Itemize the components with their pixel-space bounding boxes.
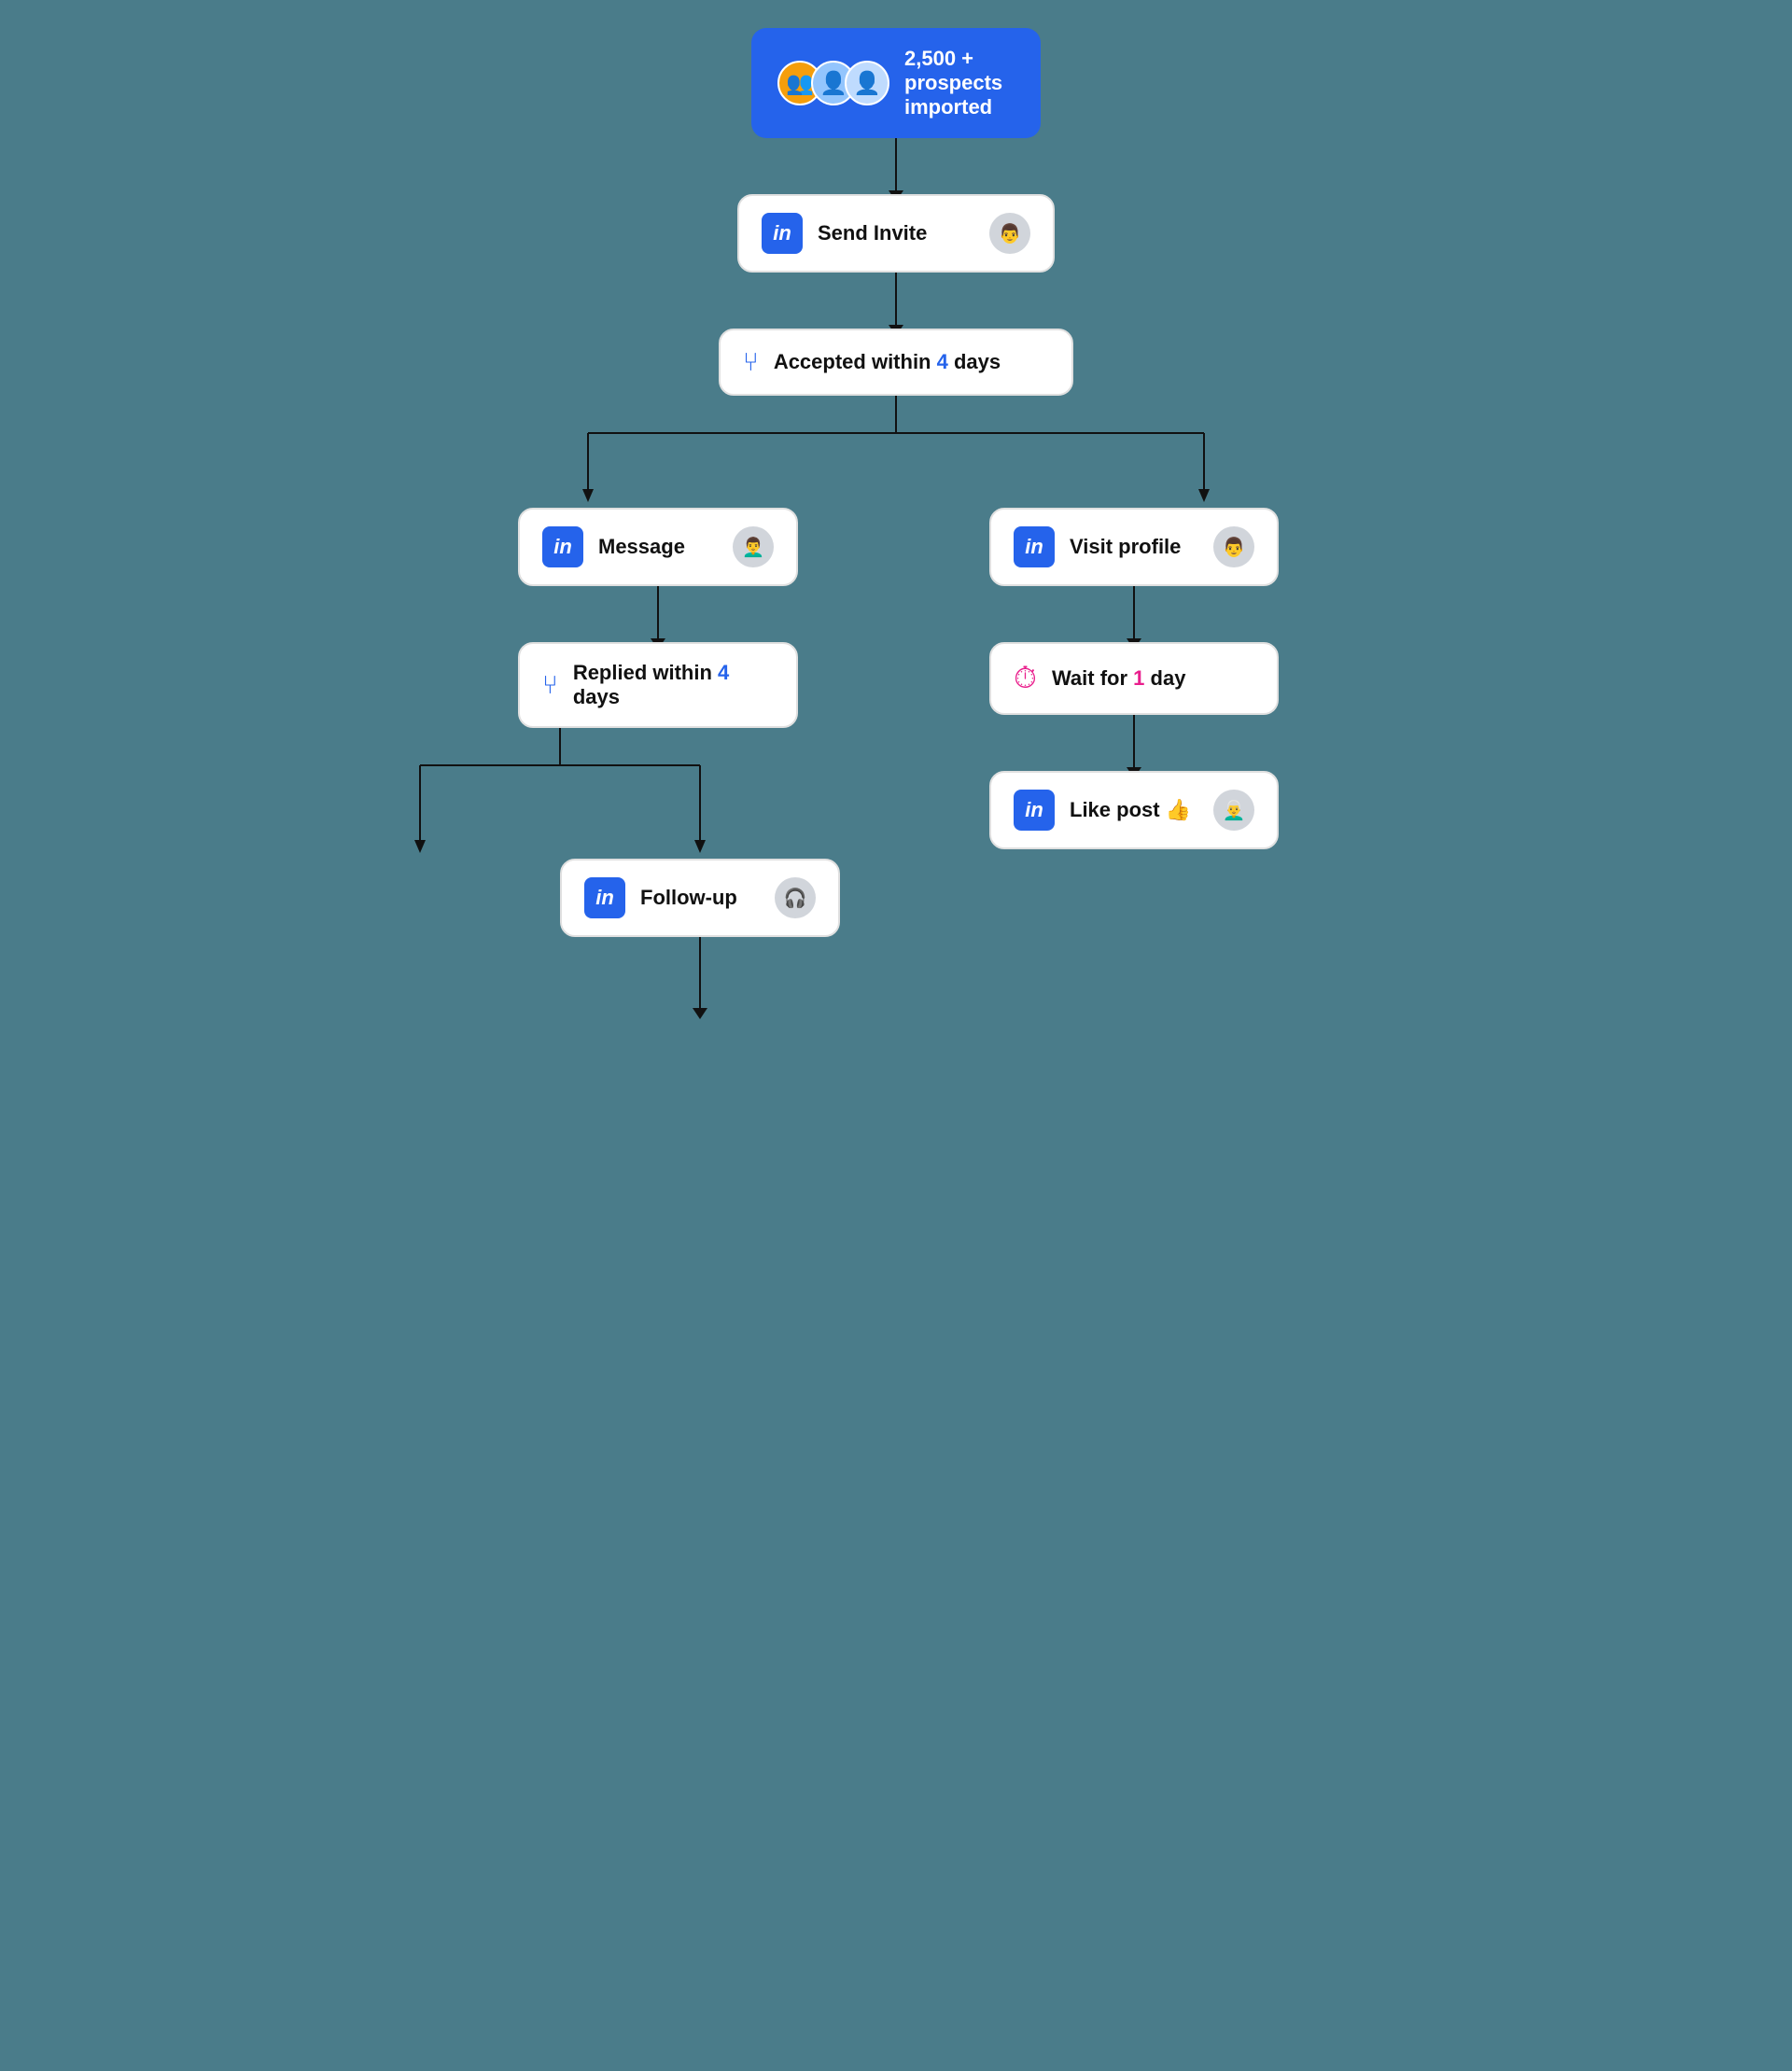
avatar-group: 👥 👤 👤 <box>777 61 889 105</box>
visit-profile-avatar: 👨 <box>1213 526 1254 567</box>
message-avatar: 👨‍🦱 <box>733 526 774 567</box>
timer-icon: ⏱ <box>1014 661 1037 696</box>
linkedin-icon-msg: in <box>542 526 583 567</box>
accepted-label: Accepted within 4 days <box>774 350 1001 374</box>
prospects-label: 2,500 + prospects imported <box>904 47 1002 119</box>
visit-profile-node[interactable]: in Visit profile 👨 <box>989 508 1279 586</box>
message-node[interactable]: in Message 👨‍🦱 <box>518 508 798 586</box>
branch-columns: in Message 👨‍🦱 ⑂ Replied within 4 days <box>420 508 1372 1012</box>
like-post-avatar: 👨‍🦳 <box>1213 790 1254 831</box>
accepted-node[interactable]: ⑂ Accepted within 4 days <box>719 329 1073 396</box>
replied-branch-spacer <box>420 728 896 859</box>
followup-avatar: 🎧 <box>775 877 816 918</box>
replied-node[interactable]: ⑂ Replied within 4 days <box>518 642 798 728</box>
replied-branch-svg <box>420 728 896 859</box>
send-invite-label: Send Invite <box>818 221 974 245</box>
linkedin-icon-like: in <box>1014 790 1055 831</box>
like-post-label: Like post 👍 <box>1070 798 1198 822</box>
linkedin-icon-followup: in <box>584 877 625 918</box>
visit-profile-label: Visit profile <box>1070 535 1198 559</box>
message-label: Message <box>598 535 718 559</box>
wait-label: Wait for 1 day <box>1052 666 1185 691</box>
followup-node[interactable]: in Follow-up 🎧 <box>560 859 840 937</box>
send-invite-node[interactable]: in Send Invite 👨 <box>737 194 1055 273</box>
prospects-node[interactable]: 👥 👤 👤 2,500 + prospects imported <box>751 28 1041 138</box>
connector-visit <box>1133 586 1135 642</box>
connector-msg <box>657 586 659 642</box>
branch-svg <box>420 396 1372 508</box>
right-branch: in Visit profile 👨 ⏱ Wait for 1 day <box>896 508 1372 1012</box>
replied-highlight: 4 <box>718 661 729 684</box>
fork-icon-accepted: ⑂ <box>743 347 759 377</box>
send-invite-avatar: 👨 <box>989 213 1030 254</box>
accepted-highlight: 4 <box>937 350 948 373</box>
wait-highlight: 1 <box>1133 666 1144 690</box>
linkedin-icon-visit: in <box>1014 526 1055 567</box>
connector-1 <box>895 138 897 194</box>
branch-wrapper: in Message 👨‍🦱 ⑂ Replied within 4 days <box>420 396 1372 1012</box>
wait-for-day-node[interactable]: ⏱ Wait for 1 day <box>989 642 1279 715</box>
replied-label: Replied within 4 days <box>573 661 774 709</box>
fork-icon-replied: ⑂ <box>542 670 558 700</box>
followup-bottom-arrow <box>699 937 701 1012</box>
followup-area: in Follow-up 🎧 <box>462 859 938 937</box>
flowchart-canvas: 👥 👤 👤 2,500 + prospects imported in Send… <box>420 28 1372 1012</box>
connector-wait <box>1133 715 1135 771</box>
followup-label: Follow-up <box>640 886 760 910</box>
linkedin-icon: in <box>762 213 803 254</box>
like-post-node[interactable]: in Like post 👍 👨‍🦳 <box>989 771 1279 849</box>
left-branch: in Message 👨‍🦱 ⑂ Replied within 4 days <box>420 508 896 1012</box>
followup-arrow-wrapper <box>560 937 840 1012</box>
connector-2 <box>895 273 897 329</box>
